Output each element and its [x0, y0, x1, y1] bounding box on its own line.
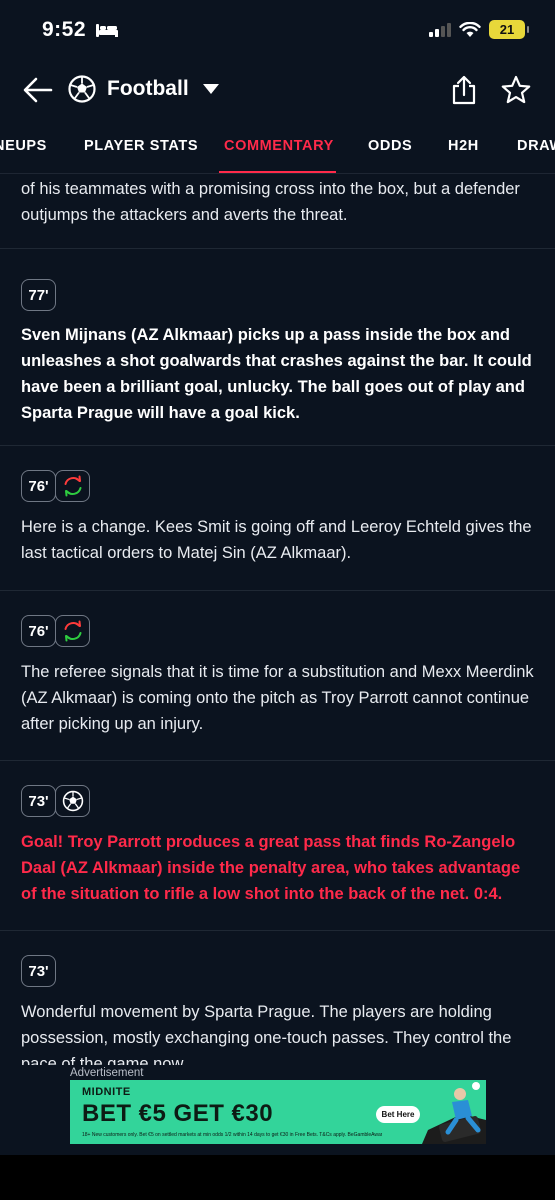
- commentary-text: Here is a change. Kees Smit is going off…: [21, 518, 532, 562]
- minute-label: 73': [21, 785, 56, 817]
- sport-title[interactable]: Football: [107, 77, 189, 101]
- tab-h2h[interactable]: H2H: [448, 138, 479, 154]
- commentary-entry: 76' Here is a change. Kees Smit is going…: [0, 446, 555, 591]
- goal-football-icon: [55, 785, 90, 817]
- ad-brand: MIDNITE: [82, 1086, 131, 1098]
- tab-odds[interactable]: ODDS: [368, 138, 412, 154]
- advertisement: Advertisement MIDNITE BET €5 GET €30 Bet…: [0, 1065, 555, 1155]
- minute-badge: 76': [21, 470, 90, 502]
- advertisement-label: Advertisement: [70, 1067, 144, 1079]
- football-icon[interactable]: [68, 75, 96, 103]
- minute-label: 77': [21, 279, 56, 311]
- tab-player-stats[interactable]: PLAYER STATS: [84, 138, 198, 154]
- favorite-star-icon[interactable]: [500, 74, 532, 106]
- minute-label: 73': [21, 955, 56, 987]
- tab-commentary[interactable]: COMMENTARY: [224, 138, 334, 154]
- ad-headline: BET €5 GET €30: [82, 1100, 274, 1127]
- sport-dropdown-caret-icon[interactable]: [203, 84, 219, 94]
- status-time: 9:52: [42, 18, 87, 41]
- back-arrow-icon[interactable]: [22, 75, 54, 105]
- match-tabs: NEUPS PLAYER STATS COMMENTARY ODDS H2H D…: [0, 120, 555, 174]
- minute-label: 76': [21, 470, 56, 502]
- goal-commentary-text: Goal! Troy Parrott produces a great pass…: [21, 833, 521, 903]
- substitution-icon: [55, 615, 90, 647]
- cellular-signal-icon: [429, 22, 451, 37]
- tab-draw[interactable]: DRAW: [517, 138, 555, 154]
- bottom-bar: [0, 1155, 555, 1200]
- status-indicators: 21: [429, 20, 529, 39]
- tab-lineups[interactable]: NEUPS: [0, 138, 47, 154]
- commentary-entry: 77' Sven Mijnans (AZ Alkmaar) picks up a…: [0, 249, 555, 446]
- commentary-text: The referee signals that it is time for …: [21, 663, 534, 733]
- battery-indicator: 21: [489, 20, 529, 39]
- commentary-feed[interactable]: of his teammates with a promising cross …: [0, 175, 555, 1065]
- commentary-text: Wonderful movement by Sparta Prague. The…: [21, 1003, 512, 1065]
- minute-label: 76': [21, 615, 56, 647]
- sleep-focus-icon: [96, 24, 118, 37]
- wifi-icon: [459, 21, 481, 37]
- commentary-entry: 73' Goal! Troy Parrott produces a great …: [0, 761, 555, 931]
- ad-banner[interactable]: MIDNITE BET €5 GET €30 Bet Here 18+ New …: [70, 1080, 486, 1144]
- share-icon[interactable]: [450, 74, 478, 106]
- active-tab-indicator: [219, 171, 336, 173]
- commentary-text: Sven Mijnans (AZ Alkmaar) picks up a pas…: [21, 326, 532, 422]
- commentary-text: of his teammates with a promising cross …: [21, 180, 520, 224]
- app-header: Football: [0, 62, 555, 120]
- minute-badge: 77': [21, 279, 56, 311]
- commentary-entry: 76' The referee signals that it is time …: [0, 591, 555, 761]
- commentary-entry: 73' Wonderful movement by Sparta Prague.…: [0, 931, 555, 1065]
- commentary-entry: of his teammates with a promising cross …: [0, 175, 555, 249]
- battery-level: 21: [499, 22, 515, 37]
- minute-badge: 73': [21, 785, 90, 817]
- minute-badge: 76': [21, 615, 90, 647]
- ad-cta-button[interactable]: Bet Here: [376, 1106, 420, 1123]
- status-bar: 9:52 21: [0, 0, 555, 62]
- substitution-icon: [55, 470, 90, 502]
- ad-player-illustration: [422, 1080, 486, 1144]
- minute-badge: 73': [21, 955, 56, 987]
- ad-fine-print: 18+ New customers only. Bet €5 on settle…: [82, 1132, 382, 1138]
